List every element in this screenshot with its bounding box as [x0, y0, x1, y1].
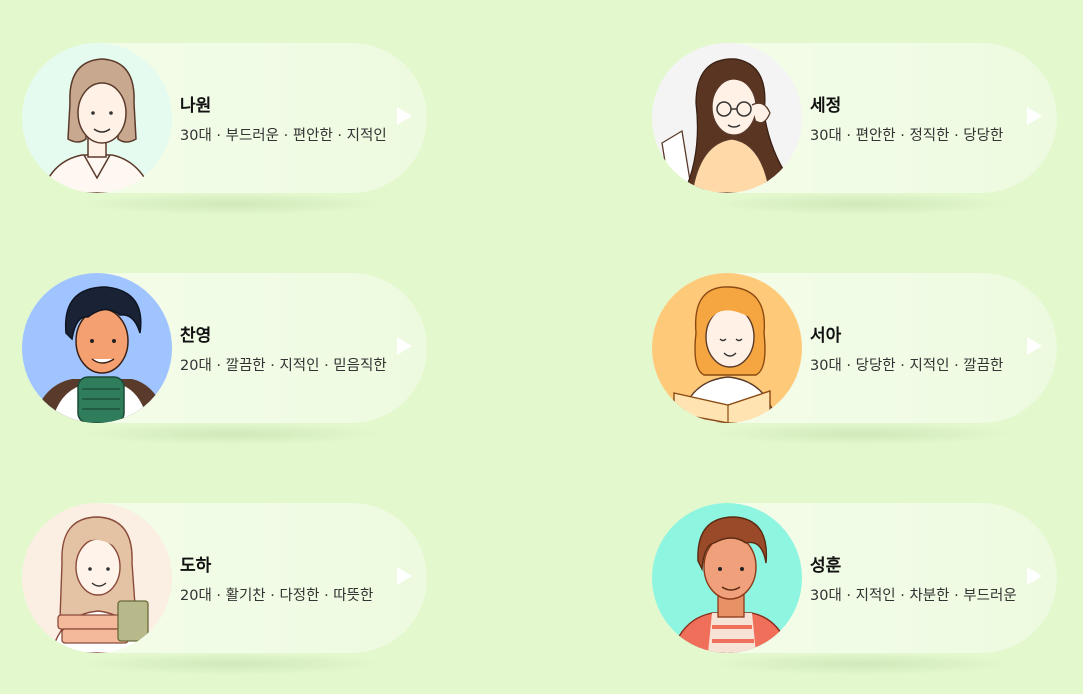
woman-reading-avatar-icon: [652, 273, 802, 423]
woman-glasses-avatar-icon: [652, 43, 802, 193]
card-shadow: [712, 193, 1012, 215]
card-shadow: [82, 653, 382, 675]
character-card-seonghun[interactable]: 성훈 30대 · 지적인 · 차분한 · 부드러운: [652, 503, 1057, 675]
character-name: 도하: [180, 556, 212, 576]
character-card-seoa[interactable]: 서아 30대 · 당당한 · 지적인 · 깔끔한: [652, 273, 1057, 445]
play-icon[interactable]: [1027, 337, 1042, 355]
play-icon[interactable]: [1027, 107, 1042, 125]
card-shadow: [712, 653, 1012, 675]
character-tags: 30대 · 당당한 · 지적인 · 깔끔한: [810, 358, 1004, 374]
character-card-sejeong[interactable]: 세정 30대 · 편안한 · 정직한 · 당당한: [652, 43, 1057, 215]
character-tags: 30대 · 편안한 · 정직한 · 당당한: [810, 128, 1004, 144]
woman-books-avatar-icon: [22, 503, 172, 653]
play-icon[interactable]: [1027, 567, 1042, 585]
character-name: 찬영: [180, 326, 212, 346]
character-name: 서아: [810, 326, 842, 346]
card-shadow: [712, 423, 1012, 445]
character-name: 세정: [810, 96, 842, 116]
play-icon[interactable]: [397, 337, 412, 355]
character-name: 나원: [180, 96, 212, 116]
character-name: 성훈: [810, 556, 842, 576]
character-card-doha[interactable]: 도하 20대 · 활기찬 · 다정한 · 따뜻한: [22, 503, 427, 675]
character-tags: 20대 · 깔끔한 · 지적인 · 믿음직한: [180, 358, 387, 374]
woman-short-hair-avatar-icon: [22, 43, 172, 193]
play-icon[interactable]: [397, 107, 412, 125]
character-tags: 20대 · 활기찬 · 다정한 · 따뜻한: [180, 588, 374, 604]
play-icon[interactable]: [397, 567, 412, 585]
card-shadow: [82, 193, 382, 215]
man-brown-hair-avatar-icon: [652, 503, 802, 653]
character-card-nawon[interactable]: 나원 30대 · 부드러운 · 편안한 · 지적인: [22, 43, 427, 215]
man-black-hair-avatar-icon: [22, 273, 172, 423]
character-tags: 30대 · 부드러운 · 편안한 · 지적인: [180, 128, 387, 144]
character-card-chanyeong[interactable]: 찬영 20대 · 깔끔한 · 지적인 · 믿음직한: [22, 273, 427, 445]
character-tags: 30대 · 지적인 · 차분한 · 부드러운: [810, 588, 1017, 604]
card-shadow: [82, 423, 382, 445]
